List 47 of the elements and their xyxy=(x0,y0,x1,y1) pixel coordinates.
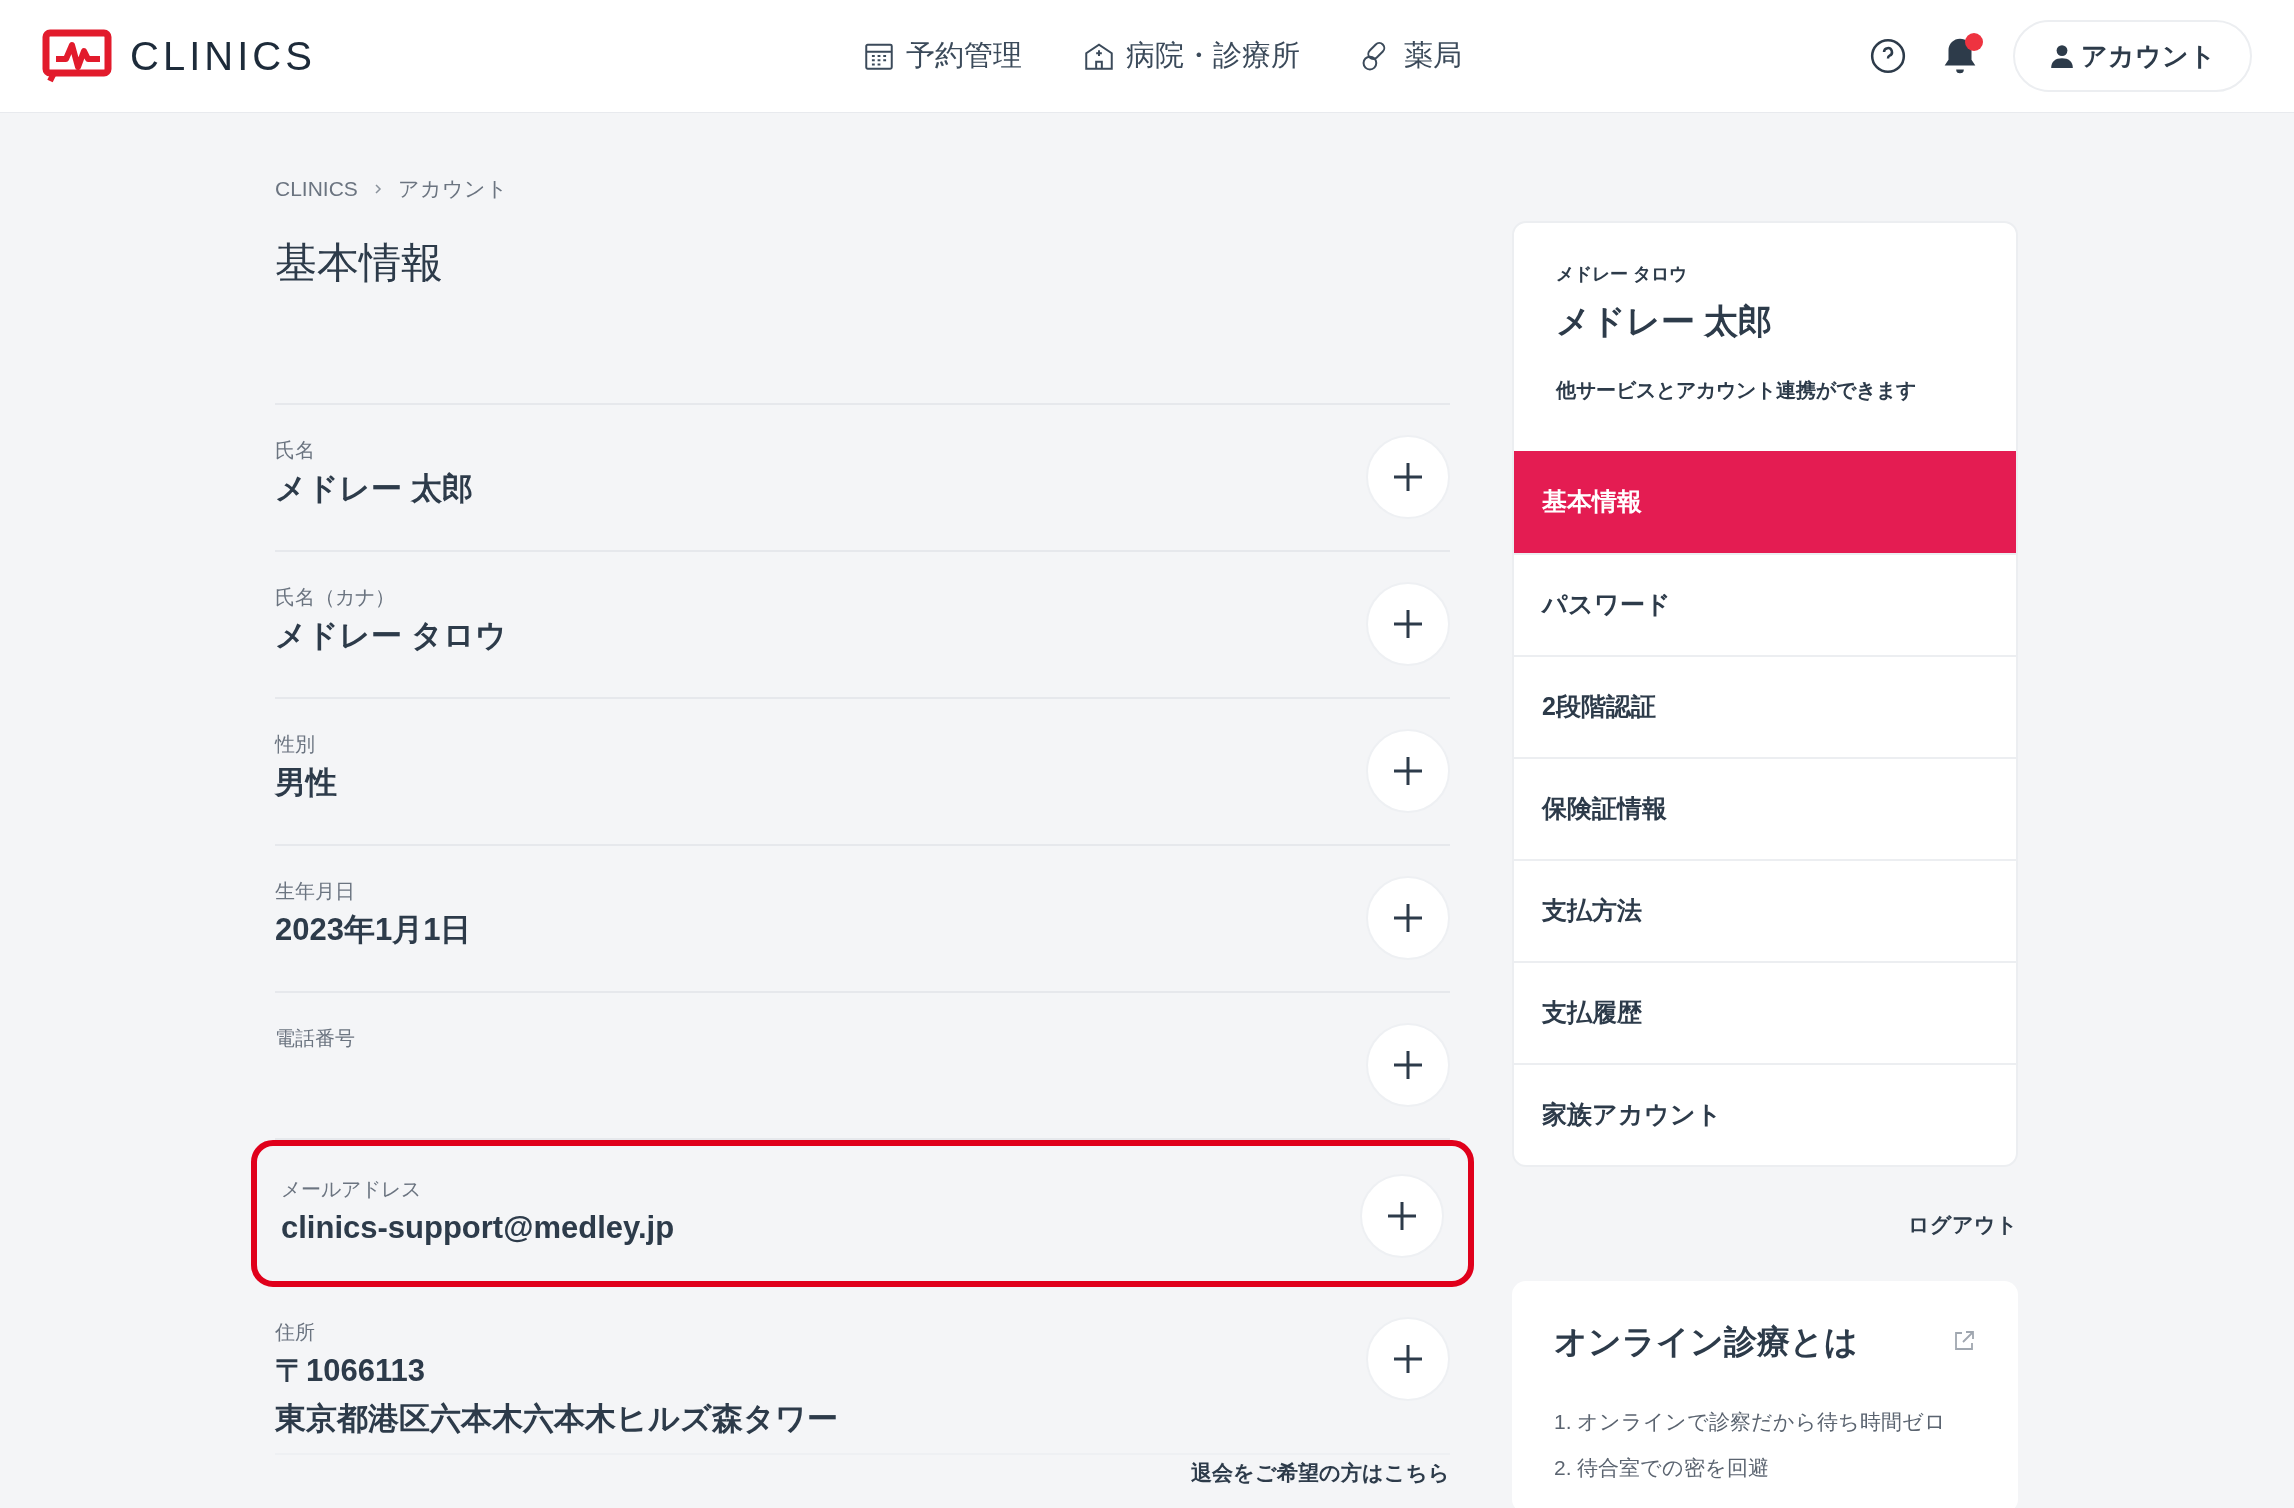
help-icon[interactable] xyxy=(1869,37,1907,75)
field-value: clinics-support@medley.jp xyxy=(281,1208,675,1247)
info-card-title: オンライン診療とは xyxy=(1554,1321,1858,1362)
side-menu-item[interactable]: 保険証情報 xyxy=(1514,757,2016,859)
plus-icon xyxy=(1392,1342,1424,1375)
nav-link[interactable]: 薬局 xyxy=(1360,34,1462,78)
plus-icon xyxy=(1392,754,1424,787)
side-menu-item[interactable]: 家族アカウント xyxy=(1514,1063,2016,1165)
side-menu-item[interactable]: 支払履歴 xyxy=(1514,961,2016,1063)
field-label: 氏名（カナ） xyxy=(275,584,396,610)
nav-link[interactable]: 予約管理 xyxy=(862,34,1022,78)
side-menu-item[interactable]: パスワード xyxy=(1514,553,2016,655)
logo-icon xyxy=(42,29,114,83)
profile-note: 他サービスとアカウント連携ができます xyxy=(1556,378,1917,403)
side-menu-item[interactable]: 2段階認証 xyxy=(1514,655,2016,757)
side-menu-item[interactable]: 基本情報 xyxy=(1514,451,2016,553)
plus-icon xyxy=(1392,901,1424,934)
field-value: 東京都港区六本木六本木ヒルズ森タワー xyxy=(275,1399,838,1438)
field-value: メドレー タロウ xyxy=(275,616,507,655)
plus-icon xyxy=(1386,1199,1418,1232)
plus-icon xyxy=(1392,1048,1424,1081)
plus-icon xyxy=(1392,460,1424,493)
field-value: 〒1066113 xyxy=(275,1351,426,1390)
breadcrumb-link[interactable]: アカウント xyxy=(397,173,508,205)
info-list-item: 1. オンラインで診察だから待ち時間ゼロ xyxy=(1554,1409,1948,1435)
field-label: 性別 xyxy=(275,731,316,757)
plus-icon xyxy=(1392,607,1424,640)
page-title: 基本情報 xyxy=(275,237,444,288)
field-label: 電話番号 xyxy=(275,1025,355,1051)
field-value: メドレー 太郎 xyxy=(275,469,473,508)
side-menu-item[interactable]: 支払方法 xyxy=(1514,859,2016,961)
field-label: 氏名 xyxy=(275,437,316,463)
field-value: 2023年1月1日 xyxy=(275,910,472,949)
field-label: 住所 xyxy=(275,1319,316,1345)
field-label: 生年月日 xyxy=(275,878,356,904)
field-value: 男性 xyxy=(275,763,337,802)
field-label: メールアドレス xyxy=(281,1176,422,1202)
logout-link[interactable]: ログアウト xyxy=(1908,1209,2018,1241)
logo-text: CLINICS xyxy=(130,33,316,80)
profile-name: メドレー 太郎 xyxy=(1556,301,1774,342)
breadcrumb-link[interactable]: CLINICS xyxy=(275,173,358,205)
person-icon xyxy=(2049,43,2075,69)
withdraw-link[interactable]: 退会をご希望の方はこちら xyxy=(1191,1456,1450,1488)
profile-kana: メドレー タロウ xyxy=(1556,263,1688,286)
account-button[interactable]: アカウント xyxy=(2013,20,2252,92)
info-list-item: 2. 待合室での密を回避 xyxy=(1554,1454,1771,1481)
nav-link[interactable]: 病院・診療所 xyxy=(1082,34,1300,78)
